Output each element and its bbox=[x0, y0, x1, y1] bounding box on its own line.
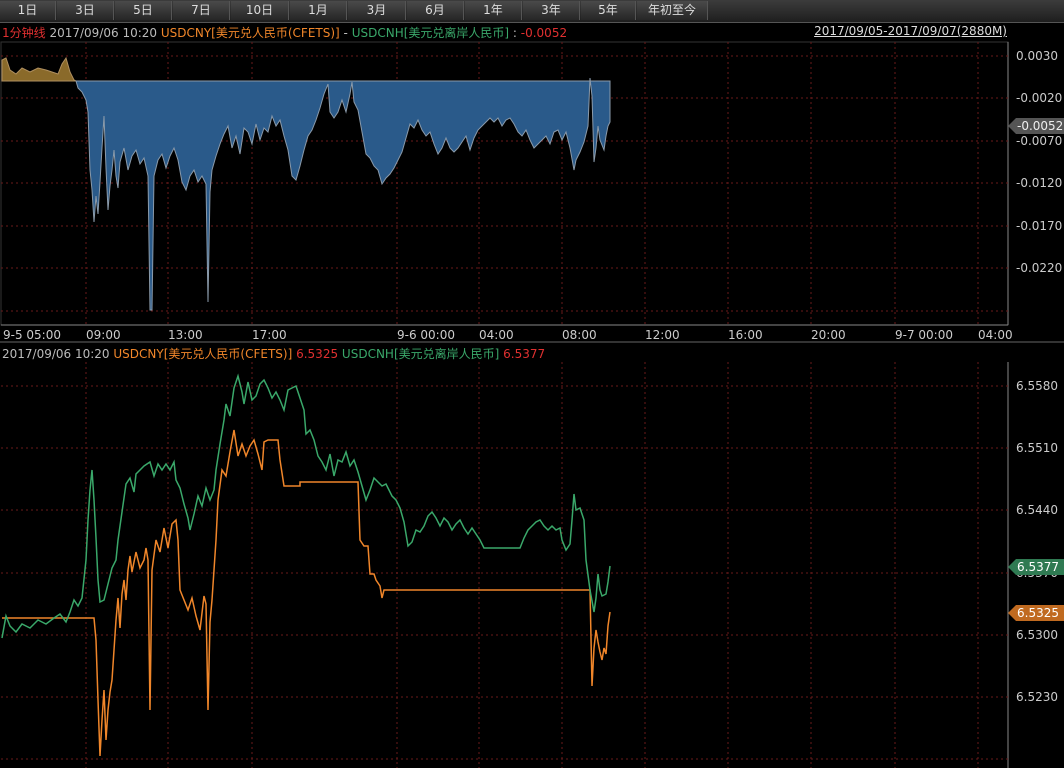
x-tick: 9-7 00:00 bbox=[895, 328, 953, 342]
top-pane: 0.0030 -0.0020 -0.0070 -0.0120 -0.0170 -… bbox=[0, 41, 1064, 342]
x-tick: 16:00 bbox=[728, 328, 763, 342]
x-tick: 04:00 bbox=[978, 328, 1013, 342]
top-y-tick: -0.0070 bbox=[1016, 134, 1062, 148]
bottom-y-tick: 6.5440 bbox=[1016, 503, 1058, 517]
top-last-value-tag-text: -0.0052 bbox=[1017, 119, 1063, 133]
x-tick: 09:00 bbox=[86, 328, 121, 342]
usdcnh-line bbox=[1, 373, 611, 639]
bottom-y-tick: 6.5510 bbox=[1016, 441, 1058, 455]
top-y-tick: -0.0020 bbox=[1016, 91, 1062, 105]
top-y-tick: 0.0030 bbox=[1016, 49, 1058, 63]
x-tick: 9-5 05:00 bbox=[3, 328, 61, 342]
bottom-y-tick: 6.5300 bbox=[1016, 628, 1058, 642]
bottom-y-tick: 6.5580 bbox=[1016, 379, 1058, 393]
chart-canvas: 0.0030 -0.0020 -0.0070 -0.0120 -0.0170 -… bbox=[0, 41, 1064, 768]
bottom-y-tick: 6.5230 bbox=[1016, 690, 1058, 704]
x-tick: 9-6 00:00 bbox=[397, 328, 455, 342]
spread-positive-area bbox=[1, 56, 77, 82]
usdcny-last-value-tag-text: 6.5325 bbox=[1017, 606, 1059, 620]
spread-negative-area bbox=[75, 77, 611, 311]
x-tick: 08:00 bbox=[562, 328, 597, 342]
x-tick: 17:00 bbox=[252, 328, 287, 342]
bottom-pane: 6.5580 6.5510 6.5440 6.5370 6.5300 6.523… bbox=[1, 362, 1064, 768]
x-tick: 20:00 bbox=[811, 328, 846, 342]
usdcnh-last-value-tag-text: 6.5377 bbox=[1017, 560, 1059, 574]
top-y-tick: -0.0220 bbox=[1016, 261, 1062, 275]
top-y-tick: -0.0120 bbox=[1016, 176, 1062, 190]
x-tick: 12:00 bbox=[645, 328, 680, 342]
x-tick: 13:00 bbox=[168, 328, 203, 342]
x-tick: 04:00 bbox=[479, 328, 514, 342]
top-y-tick: -0.0170 bbox=[1016, 219, 1062, 233]
